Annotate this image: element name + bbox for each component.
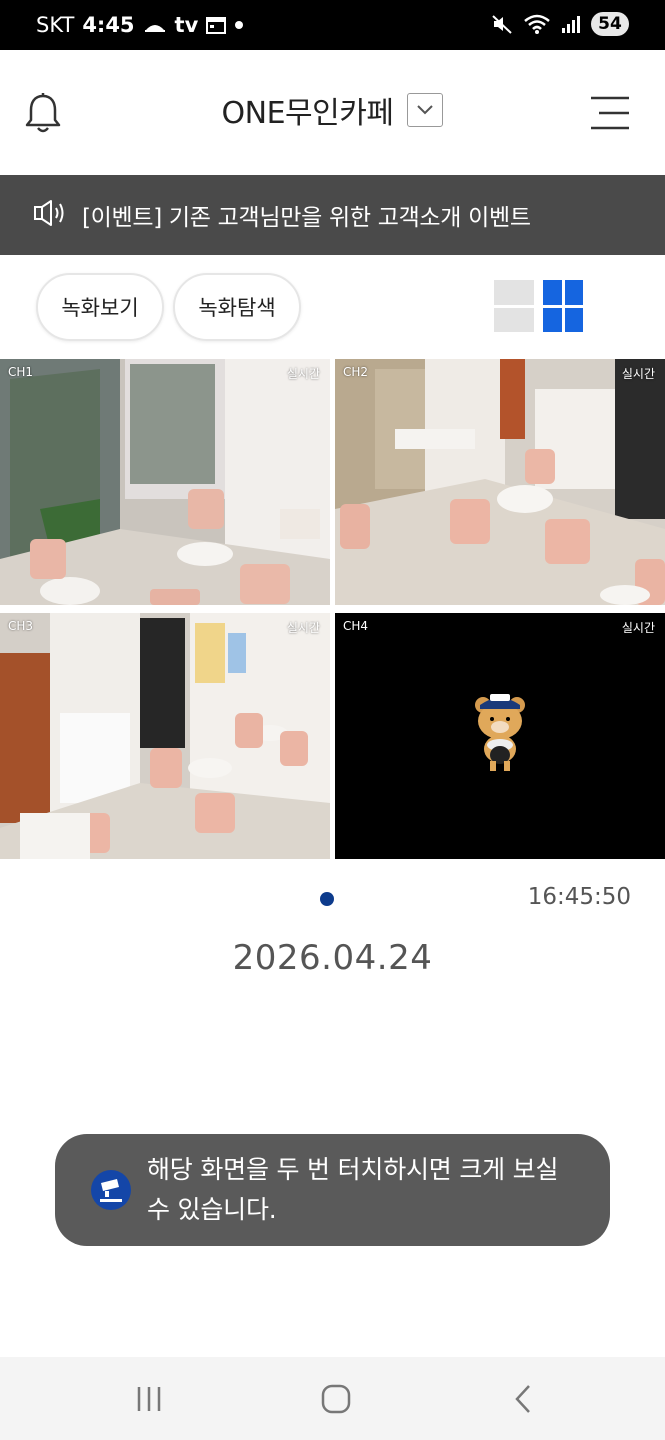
signal-icon <box>561 13 581 35</box>
view-toolbar: 녹화보기 녹화탐색 <box>0 255 665 359</box>
camera-label: CH1 <box>8 365 34 379</box>
tv-icon: tv <box>174 13 199 37</box>
quad-view-icon[interactable] <box>543 280 583 332</box>
menu-icon[interactable] <box>589 96 631 130</box>
page-title: ONE무인카페 <box>221 96 394 131</box>
bear-mascot-icon <box>335 613 665 859</box>
status-time: 4:45 <box>82 13 135 37</box>
toast-message: 해당 화면을 두 번 터치하시면 크게 보실 수 있습니다. <box>55 1134 610 1246</box>
mute-icon <box>491 13 513 35</box>
wifi-icon <box>523 13 551 35</box>
camera-label: CH3 <box>8 619 34 633</box>
system-nav-bar <box>0 1357 665 1440</box>
camera-feed-ch2 <box>335 359 665 605</box>
app-header: ONE무인카페 <box>0 50 665 175</box>
live-badge: 실시간 <box>621 621 655 635</box>
back-icon[interactable] <box>503 1381 543 1417</box>
notice-text: [이벤트] 기존 고객님만을 위한 고객소개 이벤트 <box>82 205 531 231</box>
live-badge: 실시간 <box>621 367 655 381</box>
recent-apps-icon[interactable] <box>130 1381 170 1417</box>
recording-view-button[interactable]: 녹화보기 <box>36 273 164 341</box>
home-icon[interactable] <box>316 1381 356 1417</box>
battery-icon: 54 <box>591 12 629 36</box>
chevron-down-icon <box>416 101 434 120</box>
camera-tile-ch3[interactable]: CH3 실시간 <box>0 613 330 859</box>
status-bar: SKT 4:45 tv 54 <box>0 0 665 50</box>
app-logo-icon <box>91 1170 131 1210</box>
site-dropdown-button[interactable] <box>407 93 444 127</box>
camera-tile-ch1[interactable]: CH1 실시간 <box>0 359 330 605</box>
camera-tile-ch2[interactable]: CH2 실시간 <box>335 359 665 605</box>
toast-text: 해당 화면을 두 번 터치하시면 크게 보실 수 있습니다. <box>147 1155 559 1224</box>
event-notice-banner[interactable]: [이벤트] 기존 고객님만을 위한 고객소개 이벤트 <box>0 175 665 255</box>
recording-search-button[interactable]: 녹화탐색 <box>173 273 301 341</box>
carrier-label: SKT <box>36 13 75 37</box>
cloud-icon <box>143 14 167 36</box>
page-indicator-dot <box>320 892 334 906</box>
speaker-icon <box>32 198 68 232</box>
camera-tile-ch4[interactable]: CH4 실시간 <box>335 613 665 859</box>
live-badge: 실시간 <box>286 621 320 635</box>
camera-label: CH4 <box>343 619 369 633</box>
camera-label: CH2 <box>343 365 369 379</box>
playback-date: 2026.04.24 <box>232 938 433 978</box>
camera-feed-ch3 <box>0 613 330 859</box>
dot-icon <box>234 14 244 36</box>
camera-feed-ch1 <box>0 359 330 605</box>
calendar-icon <box>206 14 227 36</box>
single-view-icon[interactable] <box>494 280 534 332</box>
live-badge: 실시간 <box>286 367 320 381</box>
playback-time: 16:45:50 <box>527 884 631 910</box>
